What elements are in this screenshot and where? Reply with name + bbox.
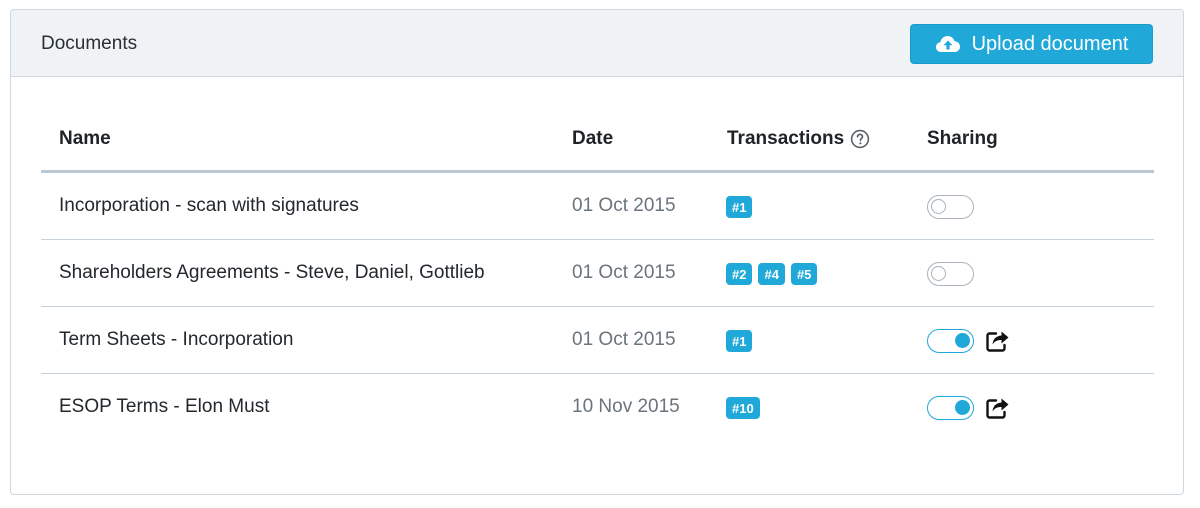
panel-title: Documents <box>41 33 138 54</box>
document-date: 01 Oct 2015 <box>572 329 676 350</box>
toggle-knob <box>955 400 970 415</box>
documents-table: Name Date Transactions Sharing Incorpora… <box>41 108 1154 441</box>
sharing-cell <box>927 262 974 286</box>
upload-document-label: Upload document <box>971 32 1129 55</box>
transaction-badge[interactable]: #4 <box>758 263 785 285</box>
transaction-badge[interactable]: #1 <box>726 330 753 352</box>
help-icon[interactable] <box>850 129 870 149</box>
document-name[interactable]: ESOP Terms - Elon Must <box>59 396 269 418</box>
upload-document-button[interactable]: Upload document <box>910 24 1153 64</box>
transaction-badge[interactable]: #10 <box>726 397 760 419</box>
document-date: 01 Oct 2015 <box>572 262 676 283</box>
table-row: Incorporation - scan with signatures 01 O… <box>41 173 1154 240</box>
column-header-transactions-label: Transactions <box>727 128 845 149</box>
sharing-cell <box>927 329 1010 353</box>
sharing-cell <box>927 195 974 219</box>
sharing-toggle[interactable] <box>927 195 974 219</box>
column-header-sharing[interactable]: Sharing <box>927 128 998 150</box>
toggle-knob <box>955 333 970 348</box>
document-date: 10 Nov 2015 <box>572 396 680 417</box>
table-header: Name Date Transactions Sharing <box>41 108 1154 173</box>
document-name[interactable]: Term Sheets - Incorporation <box>59 329 293 351</box>
sharing-cell <box>927 396 1010 420</box>
share-icon[interactable] <box>986 330 1010 352</box>
panel-header: Documents Upload document <box>11 10 1183 77</box>
sharing-toggle[interactable] <box>927 262 974 286</box>
column-header-name[interactable]: Name <box>59 128 111 150</box>
cloud-upload-icon <box>935 34 961 54</box>
documents-panel: Documents Upload document Name Date Tran… <box>10 9 1184 495</box>
document-name[interactable]: Incorporation - scan with signatures <box>59 195 359 217</box>
table-row: ESOP Terms - Elon Must 10 Nov 2015 #10 <box>41 374 1154 441</box>
transaction-badges: #10 <box>726 397 760 419</box>
table-body: Incorporation - scan with signatures 01 O… <box>41 173 1154 441</box>
document-name[interactable]: Shareholders Agreements - Steve, Daniel,… <box>59 262 485 284</box>
toggle-knob <box>931 199 946 214</box>
transaction-badge[interactable]: #2 <box>726 263 753 285</box>
table-row: Term Sheets - Incorporation 01 Oct 2015 #1 <box>41 307 1154 374</box>
column-header-date[interactable]: Date <box>572 128 613 150</box>
transaction-badges: #1 <box>726 196 753 218</box>
transaction-badge[interactable]: #1 <box>726 196 753 218</box>
transaction-badge[interactable]: #5 <box>790 263 818 285</box>
transaction-badges: #2 #4 #5 <box>726 263 818 285</box>
document-date: 01 Oct 2015 <box>572 195 676 216</box>
transaction-badges: #1 <box>726 330 753 352</box>
sharing-toggle[interactable] <box>927 396 974 420</box>
sharing-toggle[interactable] <box>927 329 974 353</box>
toggle-knob <box>931 266 946 281</box>
column-header-transactions[interactable]: Transactions <box>727 128 870 150</box>
share-icon[interactable] <box>986 397 1010 419</box>
table-row: Shareholders Agreements - Steve, Daniel,… <box>41 240 1154 307</box>
